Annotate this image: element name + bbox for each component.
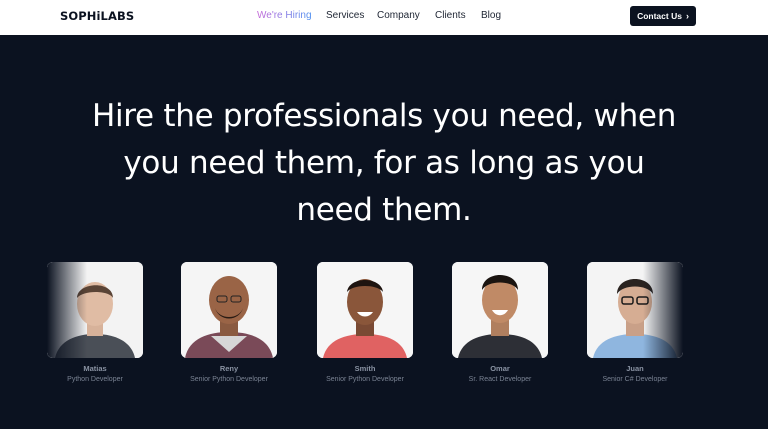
- team-card-photo[interactable]: [317, 262, 413, 358]
- team-member-role: Senior C# Developer: [602, 376, 668, 383]
- nav-link-hiring[interactable]: We're Hiring: [257, 10, 312, 21]
- portrait-image: [587, 262, 683, 358]
- team-member-name: Reny: [219, 364, 239, 373]
- team-card-photo[interactable]: [587, 262, 683, 358]
- nav-link-blog[interactable]: Blog: [481, 10, 501, 21]
- portrait-image: [47, 262, 143, 358]
- site-header: SOPHiLABS We're Hiring Services Company …: [0, 0, 768, 35]
- nav-link-company[interactable]: Company: [377, 10, 420, 21]
- portrait-image: [317, 262, 413, 358]
- portrait-image: [181, 262, 277, 358]
- portrait-image: [452, 262, 548, 358]
- nav-link-clients[interactable]: Clients: [435, 10, 466, 21]
- team-member-role: Python Developer: [67, 376, 123, 383]
- team-member-name: Matias: [83, 364, 107, 373]
- hero-title-line-1: Hire the professionals you need, when: [91, 98, 677, 134]
- team-card-photo[interactable]: [47, 262, 143, 358]
- hero-title: Hire the professionals you need, when yo…: [60, 93, 708, 234]
- team-card-photo[interactable]: [452, 262, 548, 358]
- hero-title-line-3: need them.: [296, 192, 472, 228]
- chevron-right-icon: ›: [685, 11, 689, 21]
- team-member-role: Senior Python Developer: [190, 376, 268, 383]
- nav-link-services[interactable]: Services: [326, 10, 364, 21]
- team-member-name: Juan: [626, 364, 644, 373]
- team-member-role: Senior Python Developer: [326, 376, 404, 383]
- contact-us-button[interactable]: Contact Us ›: [630, 6, 696, 26]
- team-member-name: Smith: [354, 364, 376, 373]
- team-member-role: Sr. React Developer: [468, 376, 532, 383]
- team-member-name: Omar: [490, 364, 510, 373]
- hero-title-line-2: you need them, for as long as you: [123, 145, 645, 181]
- team-card-photo[interactable]: [181, 262, 277, 358]
- contact-us-label: Contact Us: [637, 11, 682, 21]
